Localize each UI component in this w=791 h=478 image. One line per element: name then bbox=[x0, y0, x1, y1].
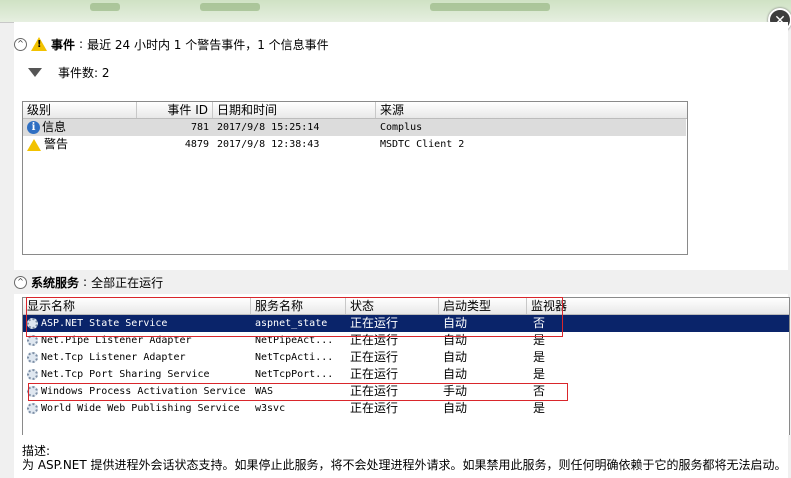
column-monitor[interactable]: 监视器 bbox=[527, 298, 789, 314]
info-icon: i bbox=[27, 121, 40, 134]
warning-icon bbox=[27, 138, 41, 151]
service-status: 正在运行 bbox=[350, 350, 399, 364]
gear-icon bbox=[27, 334, 38, 346]
service-display-name: Net.Tcp Port Sharing Service bbox=[41, 369, 210, 380]
event-level: 警告 bbox=[44, 137, 69, 151]
event-id: 4879 bbox=[184, 139, 209, 150]
service-name: NetPipeAct... bbox=[255, 335, 334, 346]
column-service-name[interactable]: 服务名称 bbox=[251, 298, 346, 314]
events-summary: 最近 24 小时内 1 个警告事件，1 个信息事件 bbox=[87, 37, 329, 52]
service-display-name: Net.Pipe Listener Adapter bbox=[41, 335, 192, 346]
services-table-header: 显示名称 服务名称 状态 启动类型 监视器 bbox=[23, 298, 789, 315]
service-status: 正在运行 bbox=[350, 401, 399, 415]
description-text: 为 ASP.NET 提供进程外会话状态支持。如果停止此服务，将不会处理进程外请求… bbox=[22, 458, 787, 472]
services-section-header[interactable]: ^ 系统服务: 全部正在运行 bbox=[14, 273, 163, 291]
events-section-label: 事件 bbox=[51, 37, 76, 52]
table-row[interactable]: i 信息 781 2017/9/8 15:25:14 Complus bbox=[23, 119, 686, 136]
banner-decoration bbox=[90, 3, 120, 11]
table-row[interactable]: Net.Tcp Port Sharing Service NetTcpPort.… bbox=[23, 366, 789, 383]
service-name: aspnet_state bbox=[255, 318, 328, 329]
column-startup-type[interactable]: 启动类型 bbox=[439, 298, 527, 314]
gear-icon bbox=[27, 351, 38, 363]
event-source: Complus bbox=[380, 122, 423, 133]
top-banner bbox=[0, 0, 791, 23]
service-startup: 自动 bbox=[443, 401, 468, 415]
filter-icon[interactable] bbox=[28, 67, 42, 77]
table-row[interactable]: World Wide Web Publishing Service w3svc … bbox=[23, 400, 789, 417]
table-row-selected[interactable]: ASP.NET State Service aspnet_state 正在运行 … bbox=[23, 315, 789, 332]
event-count: 事件数: 2 bbox=[58, 65, 110, 80]
events-table-header: 级别 事件 ID 日期和时间 来源 bbox=[23, 102, 687, 119]
service-monitor: 否 bbox=[533, 316, 546, 330]
service-startup: 自动 bbox=[443, 367, 468, 381]
service-status: 正在运行 bbox=[350, 316, 399, 330]
gear-icon bbox=[27, 368, 38, 380]
table-row[interactable]: Net.Tcp Listener Adapter NetTcpActi... 正… bbox=[23, 349, 789, 366]
column-event-id[interactable]: 事件 ID bbox=[137, 102, 213, 118]
service-display-name: Windows Process Activation Service bbox=[41, 386, 246, 397]
service-status: 正在运行 bbox=[350, 333, 399, 347]
service-startup: 自动 bbox=[443, 350, 468, 364]
column-status[interactable]: 状态 bbox=[346, 298, 439, 314]
service-name: WAS bbox=[255, 386, 274, 397]
services-summary: 全部正在运行 bbox=[91, 275, 164, 290]
column-datetime[interactable]: 日期和时间 bbox=[213, 102, 376, 118]
events-filter-bar: 事件数: 2 bbox=[22, 62, 686, 82]
column-level[interactable]: 级别 bbox=[23, 102, 137, 118]
services-section-label: 系统服务 bbox=[31, 275, 80, 290]
event-datetime: 2017/9/8 15:25:14 bbox=[217, 122, 320, 133]
service-monitor: 是 bbox=[533, 401, 546, 415]
column-display-name[interactable]: 显示名称 bbox=[23, 298, 251, 314]
service-status: 正在运行 bbox=[350, 384, 399, 398]
events-section-header[interactable]: ^ 事件: 最近 24 小时内 1 个警告事件，1 个信息事件 bbox=[14, 35, 329, 53]
service-name: w3svc bbox=[255, 403, 286, 414]
service-display-name: ASP.NET State Service bbox=[41, 318, 168, 329]
event-level: 信息 bbox=[42, 120, 67, 134]
event-source: MSDTC Client 2 bbox=[380, 139, 465, 150]
banner-decoration bbox=[430, 3, 550, 11]
service-monitor: 否 bbox=[533, 384, 546, 398]
collapse-icon[interactable]: ^ bbox=[14, 37, 27, 51]
service-status: 正在运行 bbox=[350, 367, 399, 381]
table-row[interactable]: Windows Process Activation Service WAS 正… bbox=[23, 383, 789, 400]
warning-icon bbox=[31, 37, 47, 51]
service-monitor: 是 bbox=[533, 367, 546, 381]
event-datetime: 2017/9/8 12:38:43 bbox=[217, 139, 320, 150]
gear-icon bbox=[27, 317, 38, 329]
service-monitor: 是 bbox=[533, 333, 546, 347]
table-row[interactable]: Net.Pipe Listener Adapter NetPipeAct... … bbox=[23, 332, 789, 349]
service-name: NetTcpActi... bbox=[255, 352, 334, 363]
gear-icon bbox=[27, 385, 38, 397]
column-source[interactable]: 来源 bbox=[376, 102, 687, 118]
table-row[interactable]: 警告 4879 2017/9/8 12:38:43 MSDTC Client 2 bbox=[23, 136, 687, 153]
gear-icon bbox=[27, 402, 38, 414]
service-startup: 手动 bbox=[443, 384, 468, 398]
service-display-name: Net.Tcp Listener Adapter bbox=[41, 352, 186, 363]
service-display-name: World Wide Web Publishing Service bbox=[41, 403, 240, 414]
service-monitor: 是 bbox=[533, 350, 546, 364]
service-name: NetTcpPort... bbox=[255, 369, 334, 380]
service-startup: 自动 bbox=[443, 316, 468, 330]
banner-decoration bbox=[200, 3, 260, 11]
collapse-icon[interactable]: ^ bbox=[14, 275, 27, 289]
services-table: 显示名称 服务名称 状态 启动类型 监视器 ASP.NET State Serv… bbox=[22, 297, 790, 435]
service-startup: 自动 bbox=[443, 333, 468, 347]
event-id: 781 bbox=[190, 122, 209, 133]
events-table: 级别 事件 ID 日期和时间 来源 i 信息 781 2017/9/8 15:25… bbox=[22, 101, 688, 255]
